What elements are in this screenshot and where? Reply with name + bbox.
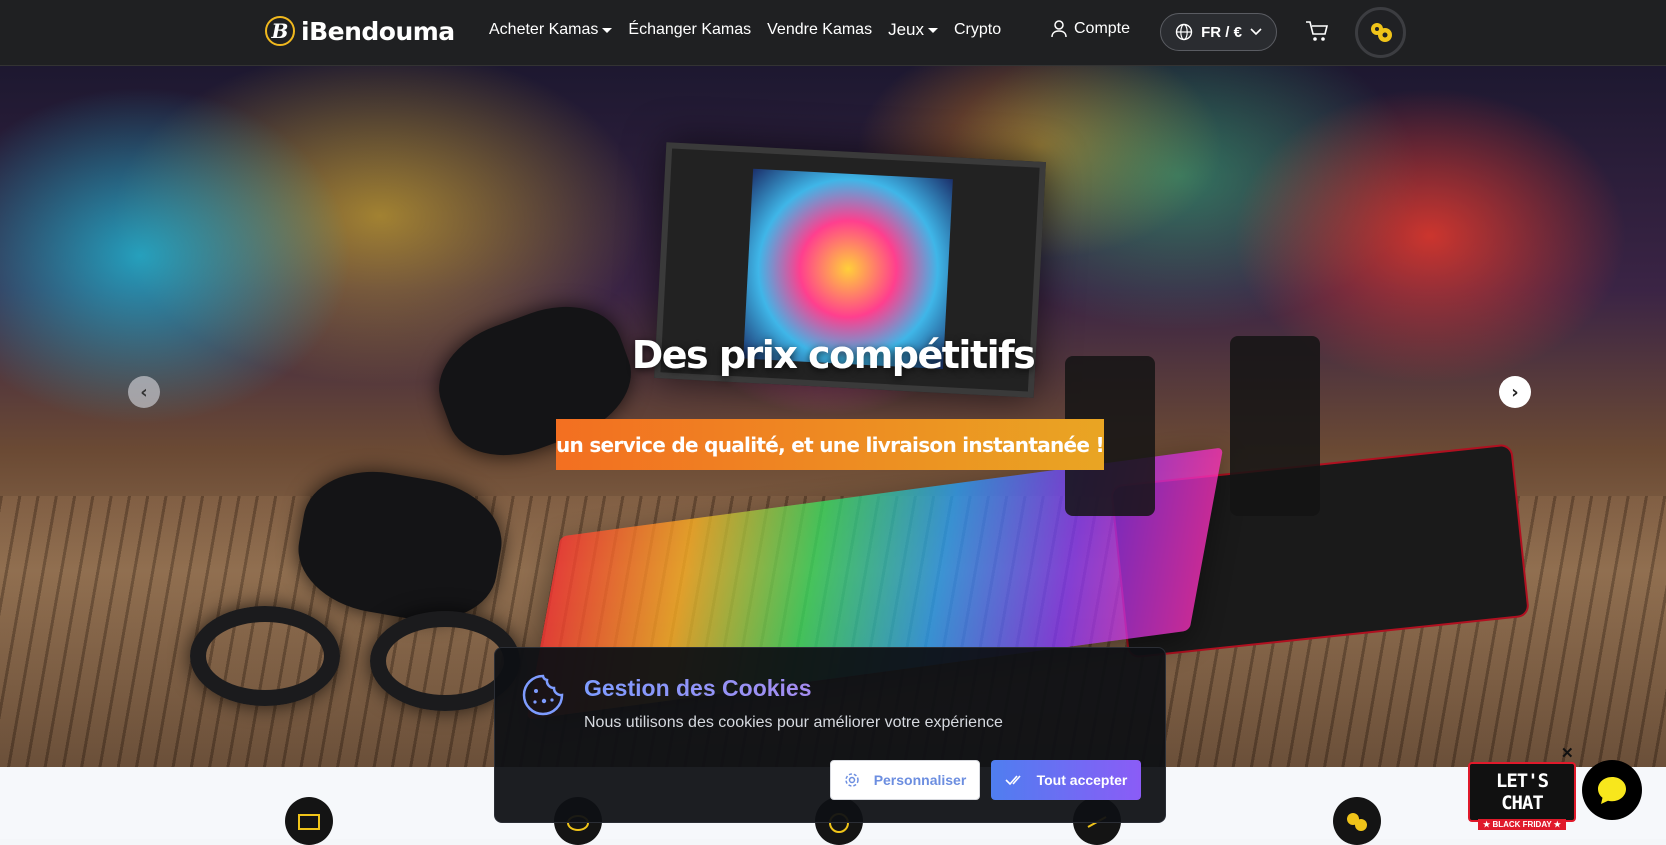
caret-down-icon	[928, 27, 938, 33]
chat-badge-title: LET'S CHAT	[1495, 770, 1549, 814]
nav-jeux[interactable]: Jeux	[888, 20, 938, 40]
cookie-icon	[522, 674, 564, 716]
language-currency-selector[interactable]: FR / €	[1160, 13, 1277, 51]
carousel-prev-button[interactable]: ‹	[128, 376, 160, 408]
language-currency-value: FR / €	[1201, 23, 1242, 41]
cart-button[interactable]	[1305, 20, 1329, 47]
headphone-pad-illustration	[190, 606, 340, 706]
cookie-consent-banner: Gestion des Cookies Nous utilisons des c…	[494, 647, 1166, 823]
nav-crypto-label: Crypto	[954, 21, 1002, 38]
hero-title: Des prix compétitifs	[631, 333, 1036, 377]
chevron-right-icon: ›	[1511, 381, 1519, 403]
main-nav: Acheter Kamas Échanger Kamas Vendre Kama…	[489, 20, 1001, 40]
nav-echanger-kamas-label: Échanger Kamas	[628, 21, 752, 38]
customize-cookies-button[interactable]: Personnaliser	[830, 760, 980, 800]
nav-echanger-kamas[interactable]: Échanger Kamas	[628, 21, 751, 39]
gear-icon	[844, 773, 859, 787]
cookie-description: Nous utilisons des cookies pour améliore…	[584, 714, 1003, 731]
chevron-down-icon	[1250, 28, 1262, 36]
feature-delivery-icon	[285, 797, 333, 845]
top-navbar: B iBendouma Acheter Kamas Échanger Kamas…	[0, 0, 1666, 66]
globe-icon	[1175, 23, 1193, 41]
carousel-next-button[interactable]: ›	[1499, 376, 1531, 408]
site-logo[interactable]: B iBendouma	[265, 16, 455, 46]
account-link[interactable]: Compte	[1051, 20, 1130, 38]
nav-acheter-kamas[interactable]: Acheter Kamas	[489, 21, 613, 39]
feature-kamas-icon	[1333, 797, 1381, 845]
customize-cookies-label: Personnaliser	[873, 772, 967, 788]
account-label: Compte	[1074, 20, 1131, 37]
cart-icon	[1306, 21, 1329, 41]
nav-jeux-label: Jeux	[888, 20, 924, 39]
chat-launcher-button[interactable]	[1582, 760, 1642, 820]
nav-crypto[interactable]: Crypto	[954, 21, 1001, 39]
game-avatar-icon	[1370, 22, 1392, 42]
caret-down-icon	[602, 27, 613, 33]
chat-badge-subtitle: ★ BLACK FRIDAY ★	[1478, 819, 1566, 830]
nav-vendre-kamas-label: Vendre Kamas	[767, 21, 873, 38]
accept-all-cookies-button[interactable]: Tout accepter	[991, 760, 1141, 800]
lets-chat-badge[interactable]: LET'S CHAT ★ BLACK FRIDAY ★	[1468, 762, 1576, 830]
logo-text: iBendouma	[301, 16, 455, 46]
logo-mark: B	[265, 16, 295, 46]
hero-subtitle: un service de qualité, et une livraison …	[556, 419, 1105, 470]
nav-acheter-kamas-label: Acheter Kamas	[489, 21, 599, 38]
game-avatar-button[interactable]	[1355, 7, 1406, 58]
nav-vendre-kamas[interactable]: Vendre Kamas	[767, 21, 872, 39]
chat-bubble-icon	[1598, 777, 1626, 804]
user-icon	[1051, 20, 1067, 38]
chevron-left-icon: ‹	[140, 381, 148, 403]
cookie-title: Gestion des Cookies	[584, 675, 812, 701]
double-check-icon	[1005, 775, 1021, 786]
accept-all-cookies-label: Tout accepter	[1036, 772, 1128, 788]
chat-close-icon[interactable]: ✕	[1561, 744, 1574, 762]
